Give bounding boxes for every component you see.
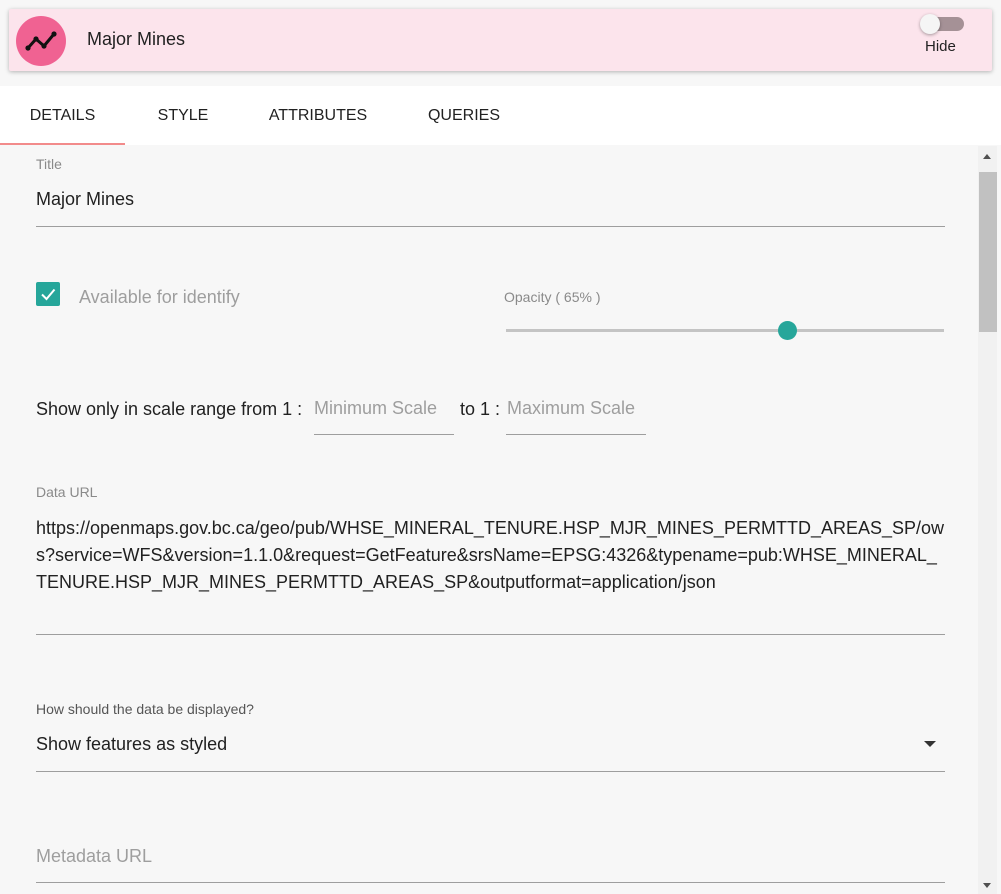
title-underline bbox=[36, 226, 945, 227]
metadata-url-input[interactable]: Metadata URL bbox=[36, 846, 152, 867]
min-scale-underline bbox=[314, 434, 454, 435]
opacity-label: Opacity ( 65% ) bbox=[504, 289, 601, 305]
identify-checkbox[interactable] bbox=[36, 282, 60, 306]
max-scale-input[interactable]: Maximum Scale bbox=[507, 398, 635, 419]
vertical-scrollbar[interactable] bbox=[978, 146, 997, 894]
line-chart-icon bbox=[25, 31, 57, 51]
max-scale-underline bbox=[506, 434, 646, 435]
data-url-label: Data URL bbox=[36, 484, 98, 500]
data-url-input[interactable]: https://openmaps.gov.bc.ca/geo/pub/WHSE_… bbox=[36, 515, 946, 596]
scroll-down-arrow-icon[interactable] bbox=[983, 883, 991, 888]
toggle-thumb[interactable] bbox=[920, 14, 940, 34]
tab-queries[interactable]: QUERIES bbox=[416, 86, 512, 145]
identify-label: Available for identify bbox=[79, 287, 240, 307]
scroll-up-arrow-icon[interactable] bbox=[983, 154, 991, 159]
tab-style[interactable]: STYLE bbox=[140, 86, 226, 145]
dropdown-arrow-icon[interactable] bbox=[924, 741, 936, 747]
hide-label: Hide bbox=[925, 38, 956, 55]
hide-toggle[interactable] bbox=[920, 14, 964, 36]
scale-range-prefix: Show only in scale range from 1 : bbox=[36, 399, 303, 419]
title-input[interactable]: Major Mines bbox=[36, 189, 134, 210]
opacity-slider-thumb[interactable] bbox=[778, 321, 797, 340]
display-mode-label: How should the data be displayed? bbox=[36, 701, 254, 717]
tab-details[interactable]: DETAILS bbox=[0, 86, 125, 145]
min-scale-input[interactable]: Minimum Scale bbox=[314, 398, 437, 419]
scrollbar-thumb[interactable] bbox=[979, 172, 997, 332]
scale-range-middle: to 1 : bbox=[460, 399, 501, 419]
display-mode-underline bbox=[36, 771, 945, 772]
layer-avatar bbox=[16, 16, 66, 66]
metadata-url-underline bbox=[36, 882, 945, 883]
checkmark-icon bbox=[41, 288, 56, 301]
active-tab-indicator bbox=[0, 143, 125, 145]
opacity-slider-track[interactable] bbox=[506, 329, 944, 332]
tab-attributes[interactable]: ATTRIBUTES bbox=[258, 86, 378, 145]
title-label: Title bbox=[36, 156, 62, 172]
layer-header: Major Mines bbox=[9, 9, 992, 71]
display-mode-select[interactable]: Show features as styled bbox=[36, 734, 227, 755]
data-url-underline bbox=[36, 634, 945, 635]
layer-title: Major Mines bbox=[87, 29, 186, 49]
tab-bar: DETAILS STYLE ATTRIBUTES QUERIES bbox=[0, 86, 1001, 145]
